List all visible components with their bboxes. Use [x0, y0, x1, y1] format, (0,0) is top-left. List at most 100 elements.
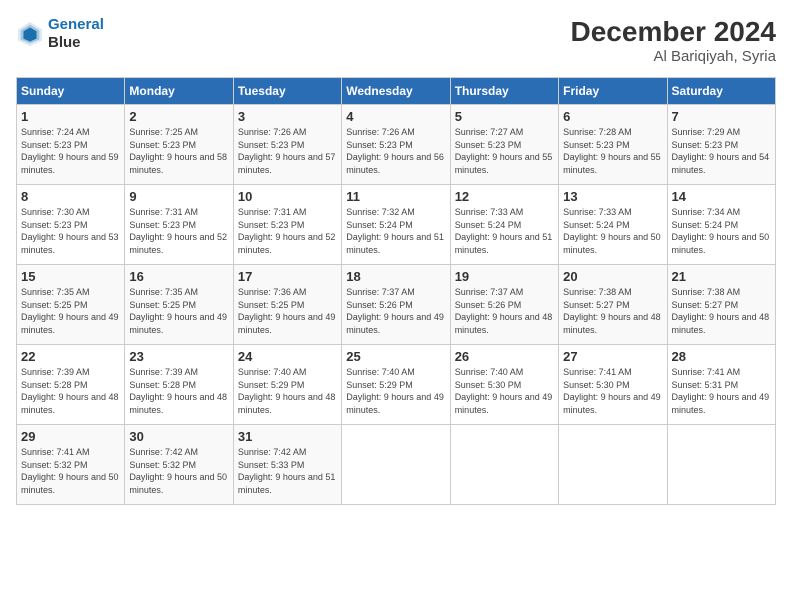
day-number: 28 [672, 349, 771, 364]
weekday-header: Tuesday [233, 78, 341, 105]
day-number: 31 [238, 429, 337, 444]
cell-content: Sunrise: 7:25 AMSunset: 5:23 PMDaylight:… [129, 126, 228, 176]
cell-content: Sunrise: 7:35 AMSunset: 5:25 PMDaylight:… [129, 286, 228, 336]
day-number: 10 [238, 189, 337, 204]
cell-content: Sunrise: 7:39 AMSunset: 5:28 PMDaylight:… [21, 366, 120, 416]
day-number: 12 [455, 189, 554, 204]
cell-content: Sunrise: 7:26 AMSunset: 5:23 PMDaylight:… [238, 126, 337, 176]
location-subtitle: Al Bariqiyah, Syria [571, 48, 776, 65]
weekday-header: Friday [559, 78, 667, 105]
cell-content: Sunrise: 7:31 AMSunset: 5:23 PMDaylight:… [238, 206, 337, 256]
weekday-header: Sunday [17, 78, 125, 105]
calendar-cell: 4 Sunrise: 7:26 AMSunset: 5:23 PMDayligh… [342, 105, 450, 185]
cell-content: Sunrise: 7:37 AMSunset: 5:26 PMDaylight:… [455, 286, 554, 336]
cell-content: Sunrise: 7:30 AMSunset: 5:23 PMDaylight:… [21, 206, 120, 256]
calendar-cell: 2 Sunrise: 7:25 AMSunset: 5:23 PMDayligh… [125, 105, 233, 185]
day-number: 26 [455, 349, 554, 364]
cell-content: Sunrise: 7:24 AMSunset: 5:23 PMDaylight:… [21, 126, 120, 176]
calendar-cell: 21 Sunrise: 7:38 AMSunset: 5:27 PMDaylig… [667, 265, 775, 345]
day-number: 4 [346, 109, 445, 124]
calendar-table: SundayMondayTuesdayWednesdayThursdayFrid… [16, 77, 776, 505]
calendar-cell: 23 Sunrise: 7:39 AMSunset: 5:28 PMDaylig… [125, 345, 233, 425]
calendar-cell: 15 Sunrise: 7:35 AMSunset: 5:25 PMDaylig… [17, 265, 125, 345]
day-number: 6 [563, 109, 662, 124]
day-number: 14 [672, 189, 771, 204]
calendar-cell: 29 Sunrise: 7:41 AMSunset: 5:32 PMDaylig… [17, 425, 125, 505]
cell-content: Sunrise: 7:42 AMSunset: 5:33 PMDaylight:… [238, 446, 337, 496]
cell-content: Sunrise: 7:39 AMSunset: 5:28 PMDaylight:… [129, 366, 228, 416]
day-number: 23 [129, 349, 228, 364]
day-number: 18 [346, 269, 445, 284]
calendar-cell: 5 Sunrise: 7:27 AMSunset: 5:23 PMDayligh… [450, 105, 558, 185]
calendar-cell: 30 Sunrise: 7:42 AMSunset: 5:32 PMDaylig… [125, 425, 233, 505]
cell-content: Sunrise: 7:27 AMSunset: 5:23 PMDaylight:… [455, 126, 554, 176]
calendar-cell [559, 425, 667, 505]
calendar-cell: 6 Sunrise: 7:28 AMSunset: 5:23 PMDayligh… [559, 105, 667, 185]
calendar-cell: 27 Sunrise: 7:41 AMSunset: 5:30 PMDaylig… [559, 345, 667, 425]
cell-content: Sunrise: 7:40 AMSunset: 5:30 PMDaylight:… [455, 366, 554, 416]
cell-content: Sunrise: 7:31 AMSunset: 5:23 PMDaylight:… [129, 206, 228, 256]
calendar-week-row: 29 Sunrise: 7:41 AMSunset: 5:32 PMDaylig… [17, 425, 776, 505]
day-number: 7 [672, 109, 771, 124]
day-number: 3 [238, 109, 337, 124]
cell-content: Sunrise: 7:41 AMSunset: 5:30 PMDaylight:… [563, 366, 662, 416]
day-number: 5 [455, 109, 554, 124]
calendar-cell: 19 Sunrise: 7:37 AMSunset: 5:26 PMDaylig… [450, 265, 558, 345]
day-number: 20 [563, 269, 662, 284]
calendar-cell: 14 Sunrise: 7:34 AMSunset: 5:24 PMDaylig… [667, 185, 775, 265]
cell-content: Sunrise: 7:40 AMSunset: 5:29 PMDaylight:… [346, 366, 445, 416]
calendar-week-row: 1 Sunrise: 7:24 AMSunset: 5:23 PMDayligh… [17, 105, 776, 185]
cell-content: Sunrise: 7:38 AMSunset: 5:27 PMDaylight:… [672, 286, 771, 336]
cell-content: Sunrise: 7:26 AMSunset: 5:23 PMDaylight:… [346, 126, 445, 176]
day-number: 8 [21, 189, 120, 204]
page-header: General Blue December 2024 Al Bariqiyah,… [16, 16, 776, 65]
day-number: 30 [129, 429, 228, 444]
logo: General Blue [16, 16, 104, 52]
title-block: December 2024 Al Bariqiyah, Syria [571, 16, 776, 65]
logo-text: General Blue [48, 16, 104, 52]
calendar-cell: 20 Sunrise: 7:38 AMSunset: 5:27 PMDaylig… [559, 265, 667, 345]
calendar-cell: 18 Sunrise: 7:37 AMSunset: 5:26 PMDaylig… [342, 265, 450, 345]
calendar-body: 1 Sunrise: 7:24 AMSunset: 5:23 PMDayligh… [17, 105, 776, 505]
day-number: 24 [238, 349, 337, 364]
calendar-cell: 9 Sunrise: 7:31 AMSunset: 5:23 PMDayligh… [125, 185, 233, 265]
cell-content: Sunrise: 7:42 AMSunset: 5:32 PMDaylight:… [129, 446, 228, 496]
logo-line1: General [48, 16, 104, 33]
calendar-cell: 12 Sunrise: 7:33 AMSunset: 5:24 PMDaylig… [450, 185, 558, 265]
day-number: 22 [21, 349, 120, 364]
day-number: 16 [129, 269, 228, 284]
month-title: December 2024 [571, 16, 776, 48]
cell-content: Sunrise: 7:32 AMSunset: 5:24 PMDaylight:… [346, 206, 445, 256]
day-number: 2 [129, 109, 228, 124]
day-number: 27 [563, 349, 662, 364]
calendar-cell [342, 425, 450, 505]
cell-content: Sunrise: 7:34 AMSunset: 5:24 PMDaylight:… [672, 206, 771, 256]
day-number: 21 [672, 269, 771, 284]
cell-content: Sunrise: 7:33 AMSunset: 5:24 PMDaylight:… [455, 206, 554, 256]
calendar-cell: 16 Sunrise: 7:35 AMSunset: 5:25 PMDaylig… [125, 265, 233, 345]
cell-content: Sunrise: 7:40 AMSunset: 5:29 PMDaylight:… [238, 366, 337, 416]
day-number: 17 [238, 269, 337, 284]
calendar-week-row: 15 Sunrise: 7:35 AMSunset: 5:25 PMDaylig… [17, 265, 776, 345]
calendar-cell: 28 Sunrise: 7:41 AMSunset: 5:31 PMDaylig… [667, 345, 775, 425]
weekday-header: Wednesday [342, 78, 450, 105]
cell-content: Sunrise: 7:37 AMSunset: 5:26 PMDaylight:… [346, 286, 445, 336]
weekday-header: Thursday [450, 78, 558, 105]
cell-content: Sunrise: 7:41 AMSunset: 5:31 PMDaylight:… [672, 366, 771, 416]
calendar-week-row: 22 Sunrise: 7:39 AMSunset: 5:28 PMDaylig… [17, 345, 776, 425]
calendar-cell [667, 425, 775, 505]
calendar-cell [450, 425, 558, 505]
cell-content: Sunrise: 7:35 AMSunset: 5:25 PMDaylight:… [21, 286, 120, 336]
day-number: 29 [21, 429, 120, 444]
day-number: 25 [346, 349, 445, 364]
day-number: 19 [455, 269, 554, 284]
calendar-cell: 31 Sunrise: 7:42 AMSunset: 5:33 PMDaylig… [233, 425, 341, 505]
day-number: 11 [346, 189, 445, 204]
weekday-header: Saturday [667, 78, 775, 105]
logo-icon [16, 20, 44, 48]
calendar-cell: 10 Sunrise: 7:31 AMSunset: 5:23 PMDaylig… [233, 185, 341, 265]
day-number: 9 [129, 189, 228, 204]
calendar-cell: 3 Sunrise: 7:26 AMSunset: 5:23 PMDayligh… [233, 105, 341, 185]
weekday-header: Monday [125, 78, 233, 105]
day-number: 13 [563, 189, 662, 204]
